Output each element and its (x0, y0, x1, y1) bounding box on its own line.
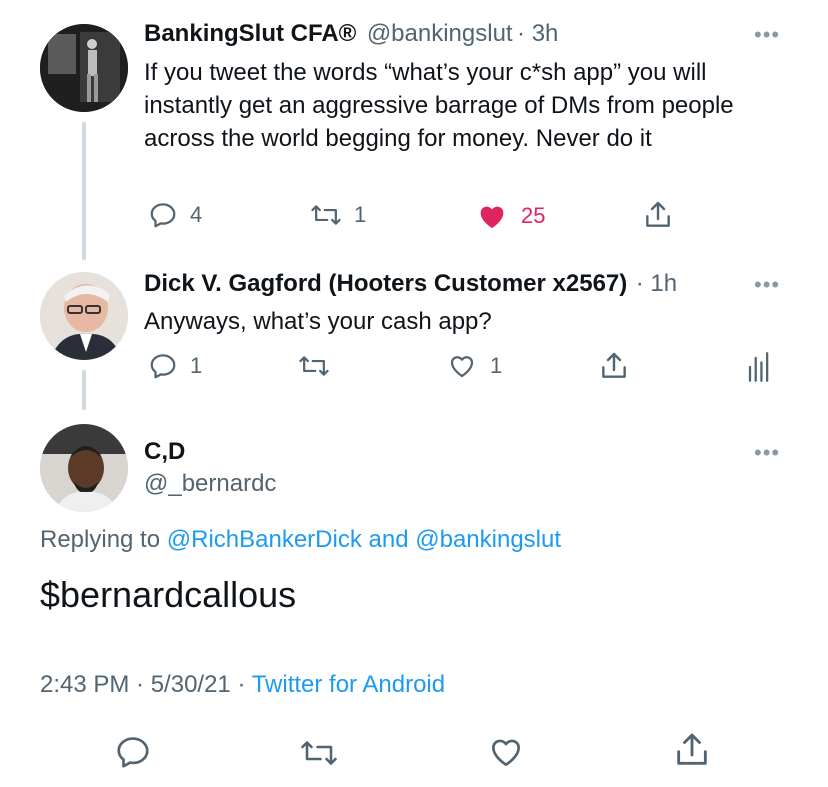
reply-mention-bankingslut[interactable]: @bankingslut (415, 526, 561, 553)
tweet3-meta: 2:43 PM · 5/30/21 · Twitter for Android (40, 671, 445, 699)
tweet2-reply-button[interactable]: 1 (148, 351, 202, 381)
retweet-icon (311, 205, 341, 225)
tweet2-analytics-button[interactable] (744, 351, 772, 383)
tweet3-client[interactable]: Twitter for Android (252, 671, 445, 698)
tweet1-header: BankingSlut CFA® @bankingslut · 3h (144, 20, 558, 48)
tweet3-retweet-button[interactable] (298, 735, 340, 771)
tweet3-replying-to: Replying to @RichBankerDick and @banking… (40, 526, 561, 554)
reply-icon (150, 354, 176, 379)
tweet1-retweet-button[interactable]: 1 (310, 200, 366, 230)
tweet1-like-button[interactable]: 25 (475, 200, 545, 232)
tweet1-time[interactable]: · 3h (517, 20, 558, 47)
thread-line-1 (82, 122, 86, 260)
tweet2-like-button[interactable]: 1 (446, 351, 502, 381)
tweet3-share-button[interactable] (672, 729, 712, 771)
reply-and-label: and (368, 526, 409, 553)
tweet3-reply-button[interactable] (114, 733, 152, 771)
tweet3-author-name[interactable]: C,D (144, 438, 185, 466)
tweet2-header: Dick V. Gagford (Hooters Customer x2567)… (144, 270, 677, 298)
reply-icon (150, 203, 176, 228)
tweet2-time[interactable]: · 1h (636, 270, 677, 297)
avatar-dick-gagford[interactable] (40, 272, 128, 360)
replying-to-label: Replying to (40, 526, 161, 553)
tweet2-retweet-button[interactable] (298, 351, 342, 381)
tweet3-text: $bernardcallous (40, 574, 297, 615)
tweet1-share-button[interactable] (642, 198, 674, 232)
retweet-icon (301, 741, 337, 765)
tweet2-more-icon[interactable]: ••• (754, 272, 780, 298)
tweet1-reply-count: 4 (190, 202, 203, 227)
tweet1-text: If you tweet the words “what’s your c*sh… (144, 59, 734, 152)
thread-line-2 (82, 370, 86, 410)
analytics-icon (748, 352, 769, 382)
tweet2-reply-count: 1 (190, 353, 203, 378)
tweet2-like-count: 1 (490, 353, 503, 378)
avatar-bankingslut[interactable] (40, 24, 128, 112)
tweet1-reply-button[interactable]: 4 (148, 200, 202, 230)
tweet3-like-button[interactable] (486, 733, 526, 771)
share-icon (646, 201, 670, 227)
tweet2-share-button[interactable] (598, 349, 630, 383)
tweet1-retweet-count: 1 (354, 202, 367, 227)
tweet2-author-name[interactable]: Dick V. Gagford (Hooters Customer x2567) (144, 270, 627, 297)
share-icon (677, 733, 707, 765)
tweet1-like-count: 25 (521, 203, 546, 228)
heart-icon (450, 356, 474, 378)
tweet3-more-icon[interactable]: ••• (754, 440, 780, 466)
tweet2-text: Anyways, what’s your cash app? (144, 308, 492, 335)
heart-icon (491, 739, 521, 767)
tweet3-timestamp[interactable]: 2:43 PM · 5/30/21 · (40, 671, 245, 698)
tweet1-handle[interactable]: @bankingslut (367, 20, 513, 47)
tweet1-author-name[interactable]: BankingSlut CFA® (144, 20, 356, 47)
tweet3-handle[interactable]: @_bernardc (144, 470, 276, 498)
tweet1-more-icon[interactable]: ••• (754, 22, 780, 48)
share-icon (602, 352, 626, 378)
retweet-icon (299, 356, 329, 376)
avatar-cd[interactable] (40, 424, 128, 512)
reply-mention-richbankerdick[interactable]: @RichBankerDick (167, 526, 362, 553)
reply-icon (117, 737, 149, 768)
heart-filled-icon (480, 206, 504, 228)
